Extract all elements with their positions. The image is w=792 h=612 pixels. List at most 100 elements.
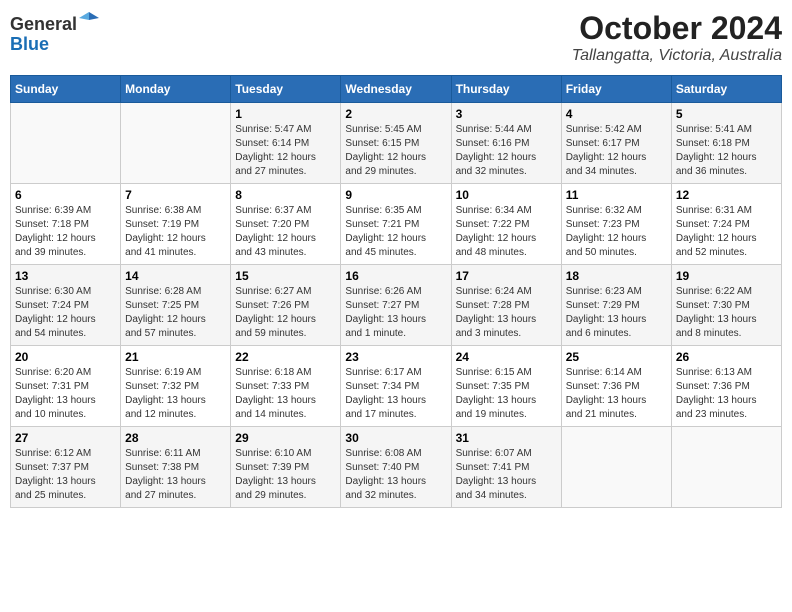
day-cell: 15Sunrise: 6:27 AM Sunset: 7:26 PM Dayli…: [231, 265, 341, 346]
day-number: 11: [566, 188, 667, 202]
day-cell: 17 Sunrise: 6:24 AM Sunset: 7:28 PM Dayli…: [451, 265, 561, 346]
day-cell: 8 Sunrise: 6:37 AM Sunset: 7:20 PM Daylig…: [231, 184, 341, 265]
day-info: Sunrise: 6:28 AM Sunset: 7:25 PM Dayligh…: [125, 285, 226, 341]
day-info: Sunrise: 6:08 AM Sunset: 7:40 PM Dayligh…: [345, 447, 446, 503]
day-cell: 12 Sunrise: 6:31 AM Sunset: 7:24 PM Dayli…: [671, 184, 781, 265]
day-info: Sunrise: 5:44 AM Sunset: 6:16 PM Dayligh…: [456, 123, 557, 179]
day-cell: 7 Sunrise: 6:38 AM Sunset: 7:19 PM Daylig…: [121, 184, 231, 265]
day-number: 24: [456, 350, 557, 364]
main-title: October 2024: [572, 10, 782, 47]
day-cell: 31Sunrise: 6:07 AM Sunset: 7:41 PM Dayli…: [451, 427, 561, 508]
day-number: 3: [456, 107, 557, 121]
day-cell: 9 Sunrise: 6:35 AM Sunset: 7:21 PM Daylig…: [341, 184, 451, 265]
day-info: Sunrise: 6:31 AM Sunset: 7:24 PM Dayligh…: [676, 204, 777, 260]
day-info: Sunrise: 6:22 AM Sunset: 7:30 PM Dayligh…: [676, 285, 777, 341]
day-info: Sunrise: 5:45 AM Sunset: 6:15 PM Dayligh…: [345, 123, 446, 179]
day-number: 26: [676, 350, 777, 364]
day-cell: 23 Sunrise: 6:17 AM Sunset: 7:34 PM Dayli…: [341, 346, 451, 427]
day-cell: 18Sunrise: 6:23 AM Sunset: 7:29 PM Dayli…: [561, 265, 671, 346]
day-header-sunday: Sunday: [11, 76, 121, 103]
day-cell: 24 Sunrise: 6:15 AM Sunset: 7:35 PM Dayli…: [451, 346, 561, 427]
day-cell: 3 Sunrise: 5:44 AM Sunset: 6:16 PM Daylig…: [451, 103, 561, 184]
day-info: Sunrise: 6:15 AM Sunset: 7:35 PM Dayligh…: [456, 366, 557, 422]
day-number: 12: [676, 188, 777, 202]
day-number: 21: [125, 350, 226, 364]
logo-general: General: [10, 14, 77, 34]
logo-blue: Blue: [10, 34, 49, 54]
day-cell: 14 Sunrise: 6:28 AM Sunset: 7:25 PM Dayli…: [121, 265, 231, 346]
day-number: 8: [235, 188, 336, 202]
week-row-4: 20 Sunrise: 6:20 AM Sunset: 7:31 PM Dayli…: [11, 346, 782, 427]
title-area: October 2024 Tallangatta, Victoria, Aust…: [572, 10, 782, 65]
day-info: Sunrise: 6:37 AM Sunset: 7:20 PM Dayligh…: [235, 204, 336, 260]
day-number: 29: [235, 431, 336, 445]
day-number: 1: [235, 107, 336, 121]
subtitle: Tallangatta, Victoria, Australia: [572, 47, 782, 65]
day-number: 31: [456, 431, 557, 445]
day-info: Sunrise: 6:35 AM Sunset: 7:21 PM Dayligh…: [345, 204, 446, 260]
day-info: Sunrise: 6:38 AM Sunset: 7:19 PM Dayligh…: [125, 204, 226, 260]
day-cell: 6Sunrise: 6:39 AM Sunset: 7:18 PM Daylig…: [11, 184, 121, 265]
day-number: 5: [676, 107, 777, 121]
week-row-3: 13Sunrise: 6:30 AM Sunset: 7:24 PM Dayli…: [11, 265, 782, 346]
day-info: Sunrise: 6:26 AM Sunset: 7:27 PM Dayligh…: [345, 285, 446, 341]
day-number: 20: [15, 350, 116, 364]
day-info: Sunrise: 6:39 AM Sunset: 7:18 PM Dayligh…: [15, 204, 116, 260]
day-number: 23: [345, 350, 446, 364]
day-cell: [121, 103, 231, 184]
day-cell: 22Sunrise: 6:18 AM Sunset: 7:33 PM Dayli…: [231, 346, 341, 427]
day-number: 25: [566, 350, 667, 364]
day-info: Sunrise: 6:19 AM Sunset: 7:32 PM Dayligh…: [125, 366, 226, 422]
day-cell: [11, 103, 121, 184]
day-header-monday: Monday: [121, 76, 231, 103]
day-header-tuesday: Tuesday: [231, 76, 341, 103]
day-number: 15: [235, 269, 336, 283]
day-cell: 19 Sunrise: 6:22 AM Sunset: 7:30 PM Dayli…: [671, 265, 781, 346]
day-info: Sunrise: 6:34 AM Sunset: 7:22 PM Dayligh…: [456, 204, 557, 260]
day-number: 10: [456, 188, 557, 202]
day-number: 17: [456, 269, 557, 283]
day-info: Sunrise: 5:47 AM Sunset: 6:14 PM Dayligh…: [235, 123, 336, 179]
header-row: SundayMondayTuesdayWednesdayThursdayFrid…: [11, 76, 782, 103]
day-number: 16: [345, 269, 446, 283]
day-cell: 26Sunrise: 6:13 AM Sunset: 7:36 PM Dayli…: [671, 346, 781, 427]
day-cell: 4Sunrise: 5:42 AM Sunset: 6:17 PM Daylig…: [561, 103, 671, 184]
day-cell: 1 Sunrise: 5:47 AM Sunset: 6:14 PM Daylig…: [231, 103, 341, 184]
day-header-saturday: Saturday: [671, 76, 781, 103]
day-number: 2: [345, 107, 446, 121]
day-cell: [671, 427, 781, 508]
day-header-friday: Friday: [561, 76, 671, 103]
day-info: Sunrise: 6:24 AM Sunset: 7:28 PM Dayligh…: [456, 285, 557, 341]
day-number: 28: [125, 431, 226, 445]
week-row-2: 6Sunrise: 6:39 AM Sunset: 7:18 PM Daylig…: [11, 184, 782, 265]
day-cell: 2 Sunrise: 5:45 AM Sunset: 6:15 PM Daylig…: [341, 103, 451, 184]
day-number: 4: [566, 107, 667, 121]
day-cell: 13Sunrise: 6:30 AM Sunset: 7:24 PM Dayli…: [11, 265, 121, 346]
day-info: Sunrise: 6:17 AM Sunset: 7:34 PM Dayligh…: [345, 366, 446, 422]
day-number: 9: [345, 188, 446, 202]
day-number: 18: [566, 269, 667, 283]
day-number: 14: [125, 269, 226, 283]
day-cell: 30 Sunrise: 6:08 AM Sunset: 7:40 PM Dayli…: [341, 427, 451, 508]
day-header-thursday: Thursday: [451, 76, 561, 103]
day-number: 7: [125, 188, 226, 202]
day-info: Sunrise: 6:12 AM Sunset: 7:37 PM Dayligh…: [15, 447, 116, 503]
day-info: Sunrise: 5:41 AM Sunset: 6:18 PM Dayligh…: [676, 123, 777, 179]
day-cell: 10 Sunrise: 6:34 AM Sunset: 7:22 PM Dayli…: [451, 184, 561, 265]
week-row-1: 1 Sunrise: 5:47 AM Sunset: 6:14 PM Daylig…: [11, 103, 782, 184]
day-cell: 20 Sunrise: 6:20 AM Sunset: 7:31 PM Dayli…: [11, 346, 121, 427]
logo: General Blue: [10, 10, 99, 55]
day-cell: 25 Sunrise: 6:14 AM Sunset: 7:36 PM Dayli…: [561, 346, 671, 427]
day-cell: [561, 427, 671, 508]
day-cell: 11Sunrise: 6:32 AM Sunset: 7:23 PM Dayli…: [561, 184, 671, 265]
day-info: Sunrise: 6:10 AM Sunset: 7:39 PM Dayligh…: [235, 447, 336, 503]
day-number: 30: [345, 431, 446, 445]
day-cell: 27Sunrise: 6:12 AM Sunset: 7:37 PM Dayli…: [11, 427, 121, 508]
day-info: Sunrise: 6:20 AM Sunset: 7:31 PM Dayligh…: [15, 366, 116, 422]
day-info: Sunrise: 6:11 AM Sunset: 7:38 PM Dayligh…: [125, 447, 226, 503]
day-cell: 16 Sunrise: 6:26 AM Sunset: 7:27 PM Dayli…: [341, 265, 451, 346]
day-info: Sunrise: 6:14 AM Sunset: 7:36 PM Dayligh…: [566, 366, 667, 422]
day-number: 19: [676, 269, 777, 283]
day-cell: 28 Sunrise: 6:11 AM Sunset: 7:38 PM Dayli…: [121, 427, 231, 508]
day-cell: 21 Sunrise: 6:19 AM Sunset: 7:32 PM Dayli…: [121, 346, 231, 427]
